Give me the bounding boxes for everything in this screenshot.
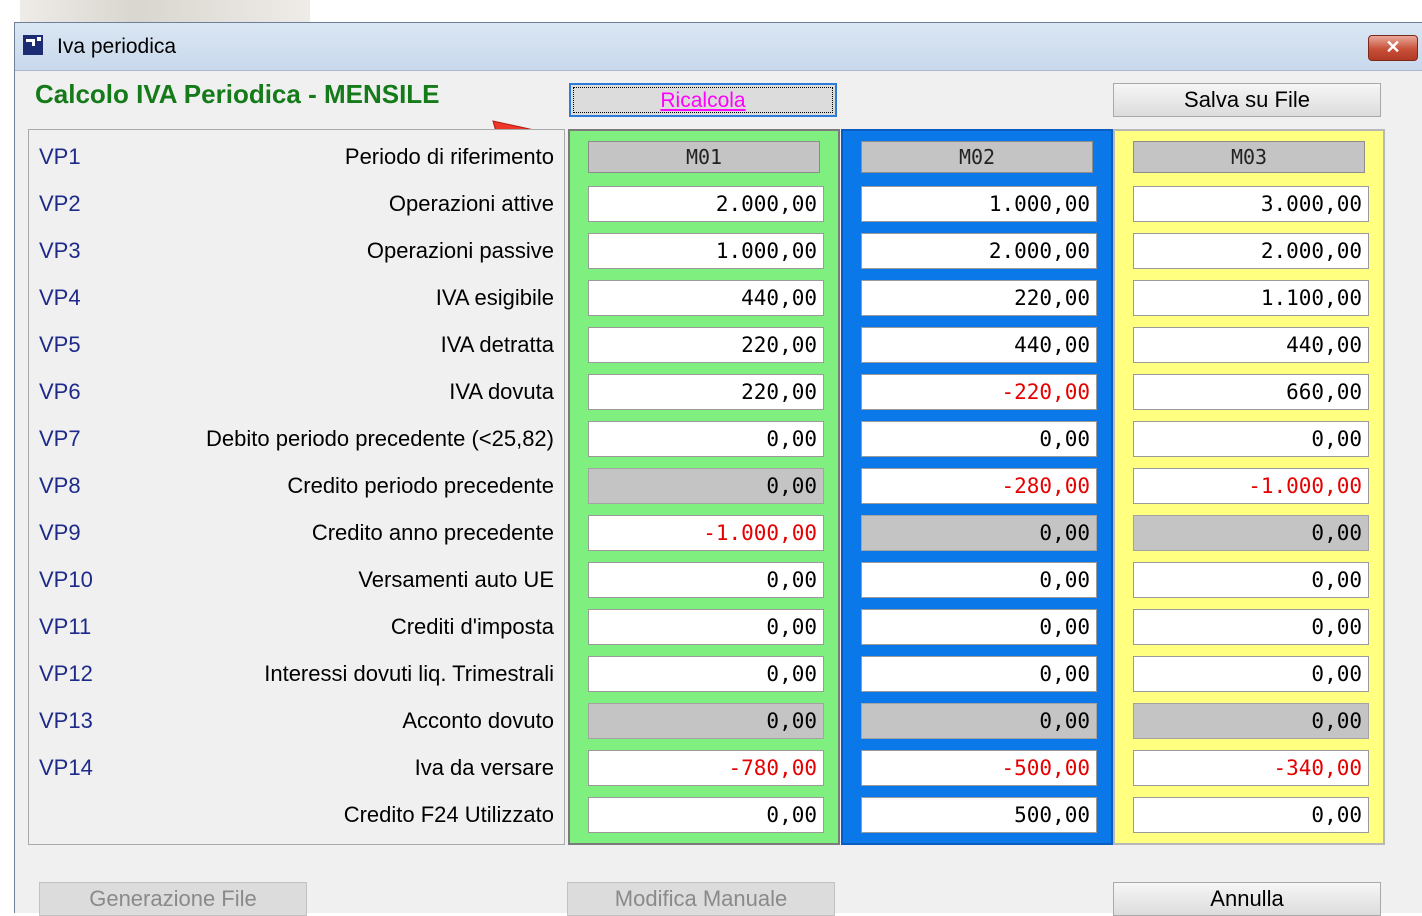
row-code: VP6 (39, 379, 81, 404)
period-header: M02 (861, 141, 1093, 173)
value-field[interactable]: 0,00 (588, 797, 824, 833)
annulla-button[interactable]: Annulla (1113, 882, 1381, 916)
row-label: Credito anno precedente (311, 520, 554, 545)
row-code: VP7 (39, 426, 81, 451)
value-field[interactable]: 220,00 (861, 280, 1097, 316)
row-label: Operazioni passive (366, 238, 554, 263)
value-field[interactable]: 0,00 (588, 562, 824, 598)
value-field[interactable]: 0,00 (861, 421, 1097, 457)
row-label: IVA esigibile (435, 285, 554, 310)
value-field[interactable]: 0,00 (588, 421, 824, 457)
value-field[interactable]: 0,00 (861, 609, 1097, 645)
row-label: Credito periodo precedente (287, 473, 554, 498)
value-field[interactable]: -220,00 (861, 374, 1097, 410)
value-field[interactable]: -780,00 (588, 750, 824, 786)
column-m03: M03 3.000,00 2.000,00 1.100,00 440,00 660,00 0… (1113, 129, 1385, 845)
value-field[interactable]: 440,00 (1133, 327, 1369, 363)
value-field[interactable]: 660,00 (1133, 374, 1369, 410)
close-icon[interactable]: ✕ (1368, 35, 1418, 61)
value-field: 0,00 (1133, 515, 1369, 551)
value-field[interactable]: 1.100,00 (1133, 280, 1369, 316)
iva-periodica-window: Iva periodica ✕ Calcolo IVA Periodica - … (14, 22, 1422, 916)
value-field[interactable]: 0,00 (1133, 656, 1369, 692)
row-label: Credito F24 Utilizzato (343, 802, 554, 827)
value-field: 0,00 (1133, 703, 1369, 739)
value-field[interactable]: 0,00 (1133, 609, 1369, 645)
value-field[interactable]: 1.000,00 (588, 233, 824, 269)
row-code: VP8 (39, 473, 81, 498)
value-field[interactable]: 500,00 (861, 797, 1097, 833)
value-field: 0,00 (588, 703, 824, 739)
generazione-file-button[interactable]: Generazione File (39, 882, 307, 916)
row-code: VP10 (39, 567, 93, 592)
background-window-strip (20, 0, 310, 22)
row-code: VP11 (39, 614, 92, 639)
row-label: Debito periodo precedente (<25,82) (206, 426, 554, 451)
ricalcola-label: Ricalcola (573, 87, 833, 113)
row-label: Crediti d'imposta (390, 614, 554, 639)
salva-su-file-button[interactable]: Salva su File (1113, 83, 1381, 117)
value-field: 0,00 (861, 515, 1097, 551)
row-label: Periodo di riferimento (344, 144, 554, 169)
window-client-area: Calcolo IVA Periodica - MENSILE Ricalcol… (15, 71, 1422, 916)
row-code: VP3 (39, 238, 81, 263)
value-field[interactable]: 0,00 (588, 656, 824, 692)
ricalcola-button[interactable]: Ricalcola (569, 83, 837, 117)
row-code: VP12 (39, 661, 93, 686)
row-code: VP14 (39, 755, 93, 780)
value-field[interactable]: 3.000,00 (1133, 186, 1369, 222)
value-field[interactable]: -340,00 (1133, 750, 1369, 786)
row-label: IVA dovuta (449, 379, 554, 404)
value-field[interactable]: 0,00 (1133, 421, 1369, 457)
row-code: VP13 (39, 708, 93, 733)
value-field[interactable]: 2.000,00 (1133, 233, 1369, 269)
desktop-background (0, 0, 1422, 22)
value-field: 0,00 (588, 468, 824, 504)
row-label: Versamenti auto UE (358, 567, 554, 592)
value-field[interactable]: -1.000,00 (588, 515, 824, 551)
row-label: Operazioni attive (388, 191, 554, 216)
value-field[interactable]: -1.000,00 (1133, 468, 1369, 504)
value-field[interactable]: 440,00 (861, 327, 1097, 363)
row-code: VP5 (39, 332, 81, 357)
row-label: Iva da versare (414, 755, 554, 780)
value-field[interactable]: 2.000,00 (588, 186, 824, 222)
value-field[interactable]: 1.000,00 (861, 186, 1097, 222)
modifica-manuale-button[interactable]: Modifica Manuale (567, 882, 835, 916)
value-field: 0,00 (861, 703, 1097, 739)
row-code: VP1 (39, 144, 81, 169)
column-m01: M01 2.000,00 1.000,00 440,00 220,00 220,00 0,0… (568, 129, 840, 845)
title-bar[interactable]: Iva periodica ✕ (15, 23, 1422, 71)
period-header: M03 (1133, 141, 1365, 173)
column-m02: M02 1.000,00 2.000,00 220,00 440,00 -220,00 0,… (841, 129, 1113, 845)
row-label: Interessi dovuti liq. Trimestrali (264, 661, 554, 686)
value-field[interactable]: -280,00 (861, 468, 1097, 504)
window-title: Iva periodica (57, 35, 177, 58)
value-field[interactable]: -500,00 (861, 750, 1097, 786)
value-field[interactable]: 220,00 (588, 327, 824, 363)
value-field[interactable]: 440,00 (588, 280, 824, 316)
app-icon (23, 35, 43, 55)
row-code: VP4 (39, 285, 81, 310)
row-label: Acconto dovuto (402, 708, 554, 733)
value-field[interactable]: 0,00 (861, 562, 1097, 598)
row-labels-panel: VP1 Periodo di riferimento VP2 Operazioni a… (28, 129, 565, 845)
row-code: VP9 (39, 520, 81, 545)
row-label: IVA detratta (440, 332, 554, 357)
period-header: M01 (588, 141, 820, 173)
value-field[interactable]: 220,00 (588, 374, 824, 410)
value-field[interactable]: 2.000,00 (861, 233, 1097, 269)
row-code: VP2 (39, 191, 81, 216)
value-field[interactable]: 0,00 (588, 609, 824, 645)
value-field[interactable]: 0,00 (1133, 797, 1369, 833)
value-field[interactable]: 0,00 (861, 656, 1097, 692)
value-field[interactable]: 0,00 (1133, 562, 1369, 598)
